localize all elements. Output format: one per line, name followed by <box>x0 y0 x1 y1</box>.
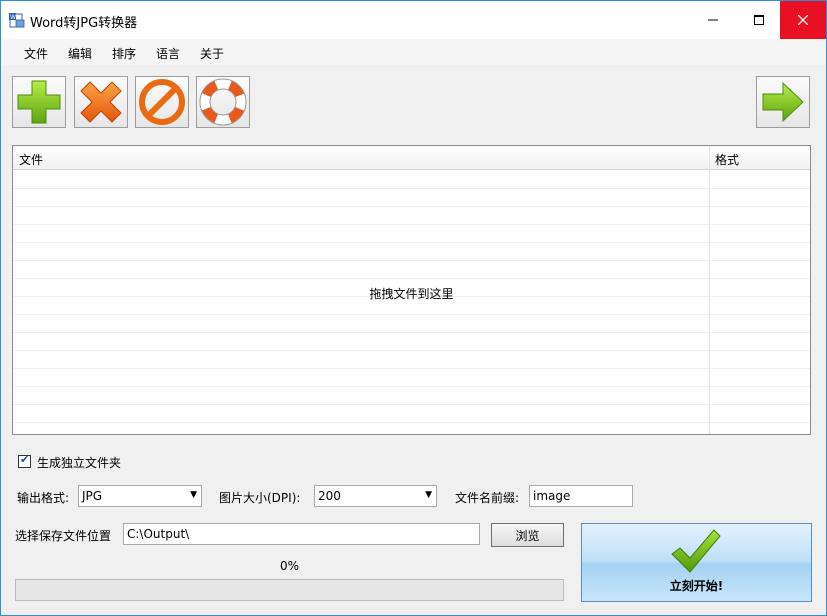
chevron-down-icon: ▼ <box>425 490 432 500</box>
minimize-button[interactable] <box>690 1 736 39</box>
app-icon: W <box>9 13 25 28</box>
progress-percent: 0% <box>279 559 300 573</box>
table-row <box>13 386 810 387</box>
image-size-label: 图片大小(DPI): <box>219 491 301 505</box>
separate-folder-checkbox[interactable]: ✔ <box>18 453 31 468</box>
output-format-select[interactable]: JPG ▼ <box>78 485 202 507</box>
clear-list-button[interactable] <box>135 76 189 128</box>
image-size-value: 200 <box>318 489 341 503</box>
start-button-label: 立刻开始! <box>669 579 724 593</box>
table-row <box>13 368 810 369</box>
table-row <box>13 278 810 279</box>
list-header: 文件 格式 <box>13 146 810 170</box>
menu-bar: 文件 编辑 排序 语言 关于 <box>1 39 826 65</box>
menu-about[interactable]: 关于 <box>200 45 224 62</box>
table-row <box>13 242 810 243</box>
table-row <box>13 260 810 261</box>
minimize-icon <box>708 19 718 21</box>
menu-edit[interactable]: 编辑 <box>68 45 92 62</box>
remove-icon <box>80 81 122 123</box>
chevron-down-icon: ▼ <box>190 490 197 500</box>
menu-sort[interactable]: 排序 <box>112 45 136 62</box>
table-row <box>13 404 810 405</box>
column-header-file[interactable]: 文件 <box>19 151 43 168</box>
image-size-select[interactable]: 200 ▼ <box>314 485 437 507</box>
arrow-right-icon <box>762 81 804 123</box>
close-button[interactable] <box>780 1 826 39</box>
menu-file[interactable]: 文件 <box>24 45 48 62</box>
table-row <box>13 422 810 423</box>
start-button[interactable]: 立刻开始! <box>581 523 812 602</box>
add-file-button[interactable] <box>12 76 66 128</box>
app-window: W Word转JPG转换器 文件 编辑 排序 语言 关于 文件 格式 拖拽文件到… <box>0 0 827 616</box>
table-row <box>13 350 810 351</box>
browse-button[interactable]: 浏览 <box>491 523 564 547</box>
column-header-format[interactable]: 格式 <box>715 151 739 168</box>
progress-bar <box>15 579 564 601</box>
maximize-button[interactable] <box>736 1 782 39</box>
file-list[interactable]: 文件 格式 拖拽文件到这里 <box>12 145 811 435</box>
browse-button-label: 浏览 <box>515 528 540 543</box>
menu-language[interactable]: 语言 <box>156 45 180 62</box>
add-icon <box>17 80 61 124</box>
title-bar[interactable]: W Word转JPG转换器 <box>1 1 826 39</box>
table-row <box>13 332 810 333</box>
save-location-label: 选择保存文件位置 <box>15 529 112 543</box>
check-mark-icon: ✔ <box>20 453 30 466</box>
table-row <box>13 224 810 225</box>
output-format-value: JPG <box>82 489 103 503</box>
maximize-icon <box>754 15 764 25</box>
remove-file-button[interactable] <box>74 76 128 128</box>
next-button[interactable] <box>756 76 810 128</box>
checkmark-icon <box>671 529 721 573</box>
table-row <box>13 314 810 315</box>
table-row <box>13 206 810 207</box>
svg-text:W: W <box>10 14 16 21</box>
filename-prefix-input[interactable] <box>529 485 633 507</box>
close-icon <box>798 15 808 25</box>
filename-prefix-label: 文件名前缀: <box>455 491 520 505</box>
table-row <box>13 188 810 189</box>
output-format-label: 输出格式: <box>17 491 70 505</box>
clear-icon <box>139 79 185 125</box>
list-rows <box>13 170 810 434</box>
help-lifebuoy-icon <box>199 78 247 126</box>
save-location-input[interactable] <box>123 523 480 545</box>
window-title: Word转JPG转换器 <box>30 16 138 31</box>
help-button[interactable] <box>196 76 250 128</box>
drop-hint: 拖拽文件到这里 <box>369 287 454 301</box>
separate-folder-label: 生成独立文件夹 <box>37 456 122 470</box>
